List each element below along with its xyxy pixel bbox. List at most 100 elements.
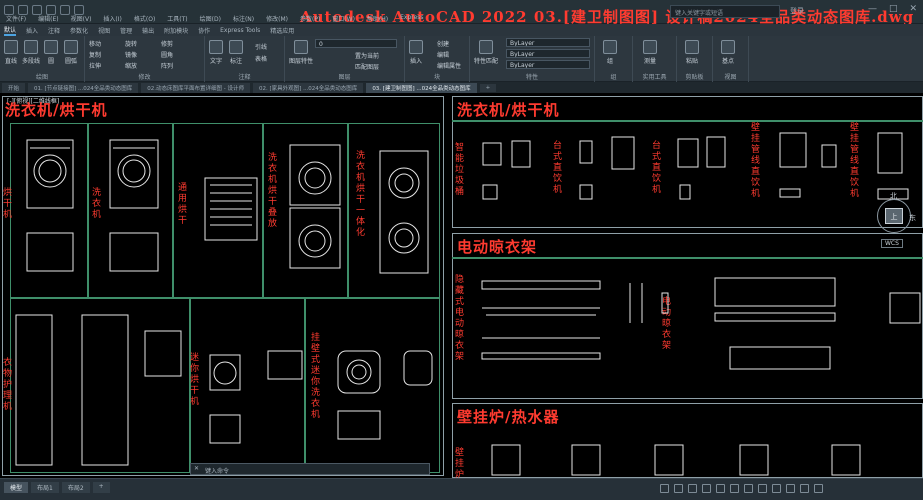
create-block-tool[interactable]: 创建 [437,39,449,48]
table-tool[interactable]: 表格 [255,54,267,63]
scale-tool[interactable]: 缩放 [125,61,137,70]
menu-item[interactable]: 文件(F) [6,14,26,24]
text-tool[interactable]: 文字 [209,40,223,65]
transparency-icon[interactable] [758,484,767,493]
layout-tab[interactable]: 布局2 [61,482,90,493]
osnap-icon[interactable] [716,484,725,493]
document-tab[interactable]: 02.动态床图库平面布置详细图 - 设计师 [141,82,251,93]
lineweight-icon[interactable] [744,484,753,493]
minimize-icon[interactable]: — [868,4,877,14]
command-placeholder: 键入命令 [205,468,230,475]
document-tab[interactable]: 03. [建卫制图图] ...024全品类动态图库 [366,82,477,93]
ribbon-tab[interactable]: 协作 [198,26,210,35]
lineweight-dropdown[interactable]: ByLayer [506,60,590,69]
move-tool[interactable]: 移动 [89,39,101,48]
layout-tab[interactable]: 布局1 [31,482,59,493]
insert-block-tool[interactable]: 插入 [409,40,423,65]
document-tab[interactable]: + [479,83,497,92]
maximize-icon[interactable]: □ [889,4,898,14]
ribbon-group-annotation: 文字 标注 引线 表格 注释 [205,36,285,82]
wcs-menu[interactable]: WCS [881,239,903,248]
menu-item[interactable]: 帮助(H) [367,14,388,24]
fillet-tool[interactable]: 圆角 [161,50,173,59]
arc-tool[interactable]: 圆弧 [64,40,78,65]
rotate-tool[interactable]: 旋转 [125,39,137,48]
close-icon[interactable]: ✕ [194,465,199,472]
polyline-tool[interactable]: 多段线 [22,40,40,65]
general-dryer-drawing [204,177,258,241]
ortho-icon[interactable] [688,484,697,493]
circle-tool[interactable]: 圆 [44,40,58,65]
viewcube[interactable]: 上 北 东 WCS [867,192,917,263]
menu-item[interactable]: 修改(M) [266,14,288,24]
ribbon-tab[interactable]: 视图 [98,26,110,35]
match-properties-tool[interactable]: 特性匹配 [474,40,498,65]
menu-item[interactable]: 参数(P) [300,14,320,24]
dimension-tool[interactable]: 标注 [229,40,243,65]
ribbon-tab[interactable]: 注释 [48,26,60,35]
polar-icon[interactable] [702,484,711,493]
ribbon-tab[interactable]: 精选应用 [270,26,294,35]
color-dropdown[interactable]: ByLayer [506,38,590,47]
polyline-label: 多段线 [22,58,41,65]
match-layer-tool[interactable]: 匹配图层 [355,62,379,71]
set-current-tool[interactable]: 置为当前 [355,51,379,60]
menu-item[interactable]: 绘图(D) [200,14,221,24]
layer-properties-tool[interactable]: 图层特性 [289,40,313,65]
ribbon-tab[interactable]: Express Tools [220,27,260,34]
otrack-icon[interactable] [730,484,739,493]
trim-tool[interactable]: 修剪 [161,39,173,48]
leader-tool[interactable]: 引线 [255,42,267,51]
menu-item[interactable]: 标注(N) [233,14,254,24]
copy-label: 复制 [89,52,102,59]
measure-tool[interactable]: 测量 [643,40,657,65]
layout-tab[interactable]: + [92,482,110,493]
ribbon-tab[interactable]: 参数化 [70,26,88,35]
menu-item[interactable]: 编辑(E) [38,14,58,24]
edit-block-tool[interactable]: 编辑 [437,50,449,59]
line-tool[interactable]: 直线 [4,40,18,65]
menu-item[interactable]: 插入(I) [103,14,121,24]
base-point-tool[interactable]: 基点 [721,40,735,65]
ribbon-tab[interactable]: 默认 [4,25,17,36]
paste-tool[interactable]: 粘贴 [685,40,699,65]
ribbon-tab[interactable]: 附加模块 [164,26,188,35]
mirror-tool[interactable]: 镜像 [125,50,137,59]
copy-tool[interactable]: 复制 [89,50,101,59]
customize-menu-icon[interactable] [814,484,823,493]
close-icon[interactable]: ✕ [909,4,917,14]
menu-item[interactable]: 格式(O) [134,14,155,24]
ribbon-tabs: 默认 插入 注释 参数化 视图 管理 输出 附加模块 协作 Express Tools 精选应用 [0,24,923,36]
ribbon-tab[interactable]: 输出 [142,26,154,35]
menu-item[interactable]: 视图(V) [71,14,92,24]
ribbon-tab[interactable]: 管理 [120,26,132,35]
menu-item[interactable]: 工具(T) [167,14,187,24]
base-point-label: 基点 [721,58,734,65]
ribbon-group-view: 基点 视图 [713,36,749,82]
stretch-tool[interactable]: 拉伸 [89,61,101,70]
document-tab[interactable]: 开始 [2,82,26,93]
fullscreen-icon[interactable] [800,484,809,493]
snap-icon[interactable] [674,484,683,493]
ribbon-tab[interactable]: 插入 [26,26,38,35]
edit-attributes-tool[interactable]: 编辑属性 [437,61,461,70]
layer-dropdown[interactable]: 0 [315,39,397,48]
base-point-icon [721,40,735,54]
layout-tab[interactable]: 模型 [4,482,29,493]
drawing-canvas[interactable]: [-][俯视][二维线框] 洗衣机/烘干机 烘干机 洗衣机 通用烘干 洗衣机烘干… [0,93,923,480]
airer-drawings [481,277,921,370]
document-tab[interactable]: 02. [家具外观图] ...024全品类动态图库 [253,82,364,93]
grid-icon[interactable] [660,484,669,493]
command-line[interactable]: ✕ 键入命令 [190,463,430,475]
workspace-gear-icon[interactable] [786,484,795,493]
group-label-draw: 绘图 [35,74,48,81]
set-current-label: 置为当前 [355,53,380,60]
linetype-dropdown[interactable]: ByLayer [506,49,590,58]
menu-item[interactable]: 窗口(W) [332,14,355,24]
group-tool[interactable]: 组 [603,40,617,65]
document-tab[interactable]: 01. [节点链接图] ...024全品类动态图库 [28,82,139,93]
array-tool[interactable]: 阵列 [161,61,173,70]
menu-item[interactable]: Express [400,14,423,24]
viewcube-top-face[interactable]: 上 [885,208,903,224]
annotation-scale-icon[interactable] [772,484,781,493]
